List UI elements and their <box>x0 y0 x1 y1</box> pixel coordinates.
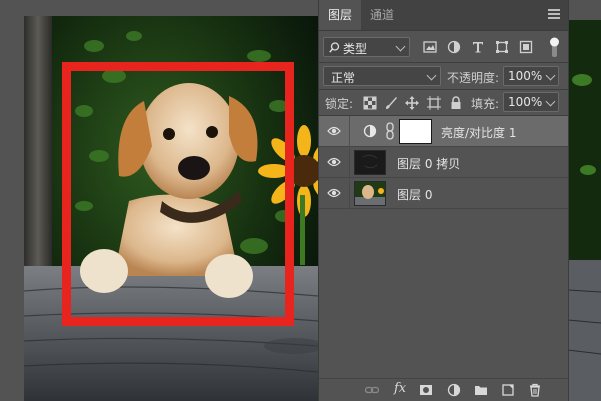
filter-kind-select[interactable]: 类型 <box>323 37 410 57</box>
layer-name[interactable]: 图层 0 <box>397 186 432 203</box>
layers-panel: 图层 通道 类型 正常 不透明度: 100% 锁定: 填充: 100% 亮度/对… <box>318 0 569 401</box>
eye-icon[interactable] <box>327 156 341 168</box>
eye-icon[interactable] <box>327 187 341 199</box>
lock-paint-icon[interactable] <box>384 96 398 110</box>
blend-row: 正常 不透明度: 100% <box>319 63 568 88</box>
panel-menu-icon[interactable] <box>548 9 560 19</box>
mask-link-icon[interactable] <box>385 122 395 140</box>
layer-mask-thumbnail[interactable] <box>399 119 432 144</box>
lock-transparent-icon[interactable] <box>363 96 377 110</box>
layer-name[interactable]: 图层 0 拷贝 <box>397 155 460 172</box>
fill-input[interactable]: 100% <box>503 92 559 112</box>
canvas-image-edge <box>568 20 601 401</box>
search-icon <box>329 42 340 53</box>
layer-row-layer0[interactable]: 图层 0 <box>319 178 568 209</box>
lock-move-icon[interactable] <box>405 96 419 110</box>
link-layers-icon[interactable] <box>365 383 379 397</box>
document-canvas[interactable] <box>0 0 318 401</box>
adjustment-filter-icon[interactable] <box>447 40 461 54</box>
layers-bottom-bar: fx <box>319 378 568 401</box>
shape-filter-icon[interactable] <box>495 40 509 54</box>
layer-thumbnail <box>354 150 386 175</box>
blend-mode-select[interactable]: 正常 <box>323 66 441 86</box>
opacity-value: 100% <box>508 69 543 83</box>
fill-label: 填充: <box>471 97 500 111</box>
filter-toggle-icon[interactable] <box>550 37 559 57</box>
adjustment-layer-icon <box>363 124 377 138</box>
opacity-label: 不透明度: <box>447 71 500 85</box>
canvas-image[interactable] <box>24 16 318 401</box>
eye-icon[interactable] <box>327 125 341 137</box>
lock-label: 锁定: <box>325 97 354 111</box>
add-mask-icon[interactable] <box>419 383 433 397</box>
lock-artboard-icon[interactable] <box>427 96 441 110</box>
filter-kind-label: 类型 <box>343 42 368 56</box>
image-filter-icon[interactable] <box>423 40 437 54</box>
lock-row: 锁定: 填充: 100% <box>319 90 568 115</box>
blend-mode-value: 正常 <box>331 71 356 85</box>
layer-name[interactable]: 亮度/对比度 1 <box>441 124 517 141</box>
smart-object-filter-icon[interactable] <box>519 40 533 54</box>
new-group-icon[interactable] <box>474 383 488 397</box>
new-adjustment-icon[interactable] <box>447 383 461 397</box>
layers-list: 亮度/对比度 1 图层 0 拷贝 图层 0 <box>319 116 568 376</box>
delete-layer-icon[interactable] <box>528 383 542 397</box>
fx-icon[interactable]: fx <box>394 381 406 396</box>
layer-thumbnail <box>354 181 386 206</box>
lock-all-icon[interactable] <box>449 96 463 110</box>
layer-row-layer0-copy[interactable]: 图层 0 拷贝 <box>319 147 568 178</box>
red-frame <box>62 62 294 326</box>
layer-row-brightness-contrast[interactable]: 亮度/对比度 1 <box>319 116 568 147</box>
fill-value: 100% <box>508 95 543 109</box>
tab-channels[interactable]: 通道 <box>361 0 403 30</box>
new-layer-icon[interactable] <box>501 383 515 397</box>
filter-row: 类型 <box>319 30 568 62</box>
panel-tab-bar: 图层 通道 <box>319 0 568 31</box>
opacity-input[interactable]: 100% <box>503 66 559 86</box>
type-filter-icon[interactable] <box>471 40 485 54</box>
tab-layers[interactable]: 图层 <box>319 0 362 30</box>
